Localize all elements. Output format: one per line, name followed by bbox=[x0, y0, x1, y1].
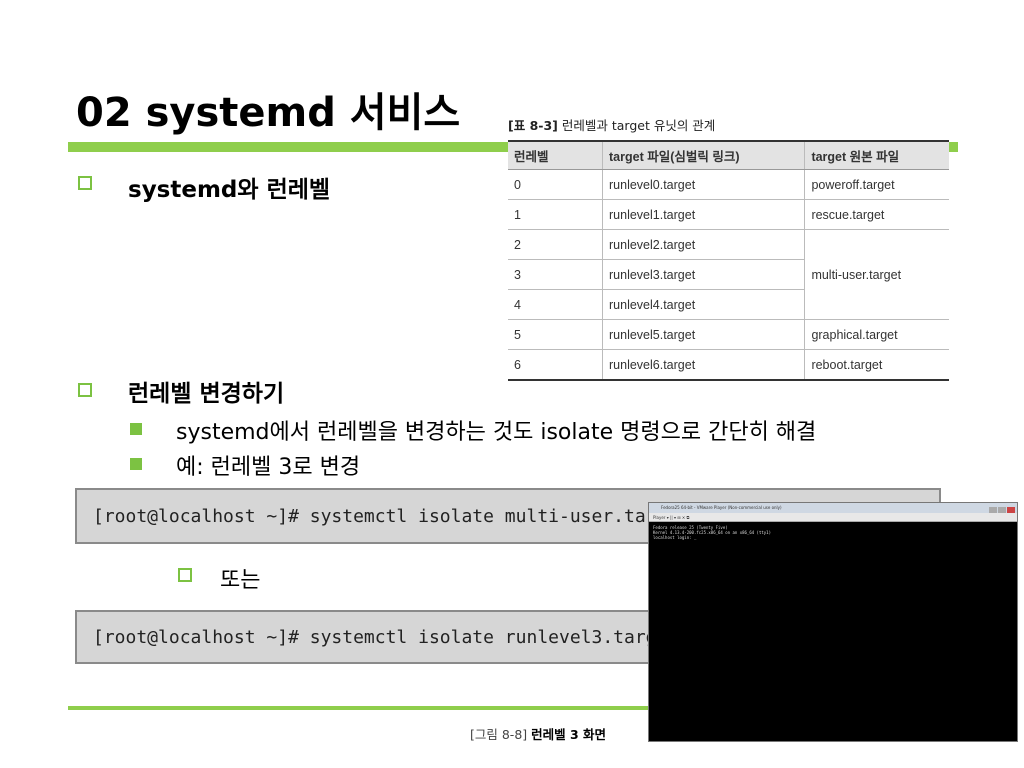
table-cell-runlevel: 2 bbox=[508, 229, 603, 260]
table-cell-symlink: runlevel0.target bbox=[601, 169, 806, 200]
table-row: 0 runlevel0.target poweroff.target bbox=[508, 169, 949, 200]
table-header-cell: target 파일(심벌릭 링크) bbox=[601, 140, 806, 170]
section-heading-change-runlevel: 런레벨 변경하기 bbox=[128, 381, 285, 407]
table-cell-runlevel: 6 bbox=[508, 349, 603, 381]
bullet-square-icon bbox=[130, 423, 142, 435]
table-caption-text: 런레벨과 target 유닛의 관계 bbox=[561, 118, 716, 133]
table-cell-symlink: runlevel6.target bbox=[601, 349, 806, 381]
table-row: 5 runlevel5.target graphical.target bbox=[508, 319, 949, 350]
table-row: 2 runlevel2.target multi-user.target bbox=[508, 229, 949, 320]
figure-caption-number: [그림 8-8] bbox=[470, 727, 528, 742]
table-cell-runlevel: 4 bbox=[508, 289, 603, 320]
vm-screenshot: Fedora25 64-bit - VMware Player (Non-com… bbox=[648, 502, 1018, 742]
section-bullet-icon bbox=[78, 176, 92, 190]
console-line: localhost login: _ bbox=[653, 535, 697, 540]
vm-titlebar: Fedora25 64-bit - VMware Player (Non-com… bbox=[649, 503, 1017, 513]
footer-divider bbox=[68, 706, 668, 710]
bullet-text: systemd에서 런레벨을 변경하는 것도 isolate 명령으로 간단히 … bbox=[176, 420, 817, 445]
bullet-text: 예: 런레벨 3로 변경 bbox=[176, 455, 361, 480]
table-cell-target: rescue.target bbox=[804, 199, 949, 230]
slide-title: 02 systemd 서비스 bbox=[76, 90, 461, 136]
vm-toolbar: Player ▾ || ▾ ⊞ ✕ ⧉ bbox=[649, 513, 1017, 522]
runlevel-table-figure: [표 8-3] 런레벨과 target 유닛의 관계 런레벨 target 파일… bbox=[508, 118, 949, 381]
vm-toolbar-label: Player ▾ || ▾ ⊞ ✕ ⧉ bbox=[653, 515, 690, 520]
table-cell-symlink: runlevel5.target bbox=[601, 319, 806, 350]
table-cell-runlevel: 0 bbox=[508, 169, 603, 200]
section-bullet-icon bbox=[78, 383, 92, 397]
table-cell-runlevel: 5 bbox=[508, 319, 603, 350]
table-cell-symlink: runlevel1.target bbox=[601, 199, 806, 230]
runlevel-table: 런레벨 target 파일(심벌릭 링크) target 원본 파일 0 run… bbox=[508, 140, 949, 381]
bullet-square-icon bbox=[130, 458, 142, 470]
vm-console-output: Fedora release 25 (Twenty Five) Kernel 4.… bbox=[653, 525, 771, 540]
code-block-command2: [root@localhost ~]# systemctl isolate ru… bbox=[75, 610, 679, 664]
table-cell-target: poweroff.target bbox=[804, 169, 949, 200]
table-cell-symlink: runlevel4.target bbox=[601, 289, 806, 320]
code-text: [root@localhost ~]# systemctl isolate ru… bbox=[93, 626, 679, 648]
table-header-cell: target 원본 파일 bbox=[804, 140, 949, 170]
table-caption: [표 8-3] 런레벨과 target 유닛의 관계 bbox=[508, 118, 949, 140]
table-header-row: 런레벨 target 파일(심벌릭 링크) target 원본 파일 bbox=[508, 140, 949, 170]
vm-title: Fedora25 64-bit - VMware Player (Non-com… bbox=[661, 505, 782, 510]
sub-bullet-icon bbox=[178, 568, 192, 582]
section-heading-runlevel: systemd와 런레벨 bbox=[128, 177, 331, 203]
code-text: [root@localhost ~]# systemctl isolate mu… bbox=[93, 505, 690, 527]
table-row: 6 runlevel6.target reboot.target bbox=[508, 349, 949, 381]
table-cell-symlink: runlevel2.target bbox=[601, 229, 806, 260]
table-caption-number: [표 8-3] bbox=[508, 118, 558, 133]
figure-caption-text: 런레벨 3 화면 bbox=[531, 727, 607, 742]
or-label: 또는 bbox=[220, 568, 261, 593]
table-cell-target-merged: multi-user.target bbox=[804, 229, 949, 320]
table-cell-target: reboot.target bbox=[804, 349, 949, 381]
table-row: 1 runlevel1.target rescue.target bbox=[508, 199, 949, 230]
table-header-cell: 런레벨 bbox=[508, 140, 603, 170]
table-cell-runlevel: 3 bbox=[508, 259, 603, 290]
figure-caption: [그림 8-8] 런레벨 3 화면 bbox=[470, 724, 606, 743]
table-cell-symlink: runlevel3.target bbox=[601, 259, 806, 290]
table-cell-runlevel: 1 bbox=[508, 199, 603, 230]
table-cell-target: graphical.target bbox=[804, 319, 949, 350]
